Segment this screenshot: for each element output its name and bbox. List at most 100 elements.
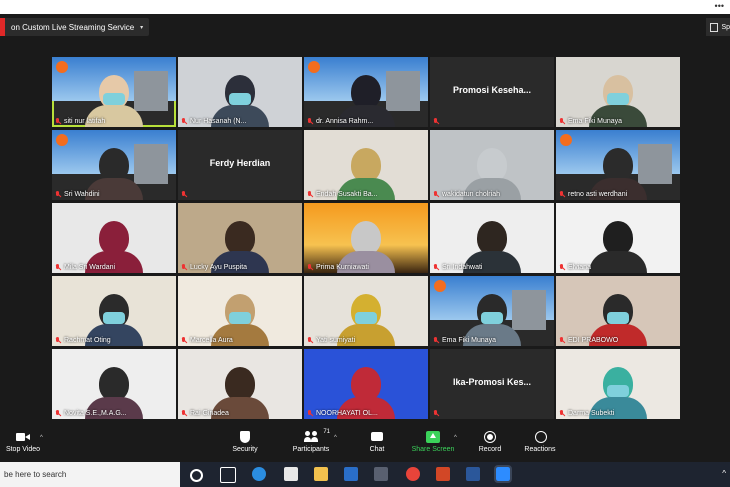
app-icon[interactable] [374, 467, 388, 481]
participant-name: Darma Subekti [568, 410, 615, 417]
mic-muted-icon [55, 410, 61, 417]
participant-tile[interactable]: Marcella Aura [178, 276, 302, 346]
search-placeholder: be here to search [4, 470, 67, 479]
participant-tile[interactable]: Nur Hasanah (N... [178, 57, 302, 127]
participant-tile[interactable]: Ferdy Herdian [178, 130, 302, 200]
participant-tile[interactable]: wakidatun cholriah [430, 130, 554, 200]
participant-name-tag: wakidatun cholriah [433, 191, 500, 198]
participant-head [225, 221, 255, 255]
store-icon[interactable] [284, 467, 298, 481]
participant-name-tag: Marcella Aura [181, 337, 233, 344]
mic-muted-icon [181, 410, 187, 417]
participant-tile[interactable]: siti nur latifah [52, 57, 176, 127]
mic-muted-icon [433, 191, 439, 198]
participant-name: Rai Ginadea [190, 410, 229, 417]
face-mask [607, 385, 629, 397]
participant-name: siti nur latifah [64, 118, 106, 125]
participant-tile[interactable]: Ema Fiki Munaya [556, 57, 680, 127]
participant-name-tag [433, 118, 442, 125]
chevron-up-icon[interactable]: ^ [454, 435, 457, 441]
mic-muted-icon [181, 118, 187, 125]
live-streaming-banner[interactable]: on Custom Live Streaming Service ▾ [0, 18, 150, 36]
participant-tile[interactable]: Lucky Ayu Puspita [178, 203, 302, 273]
participant-name: Rachmat Oting [64, 337, 111, 344]
participant-tile[interactable]: Rai Ginadea [178, 349, 302, 419]
participant-tile[interactable]: Sri Wahdini [52, 130, 176, 200]
participant-name-display: Promosi Keseha... [452, 85, 532, 95]
chrome-icon[interactable] [406, 467, 420, 481]
participant-tile[interactable]: Ema Fiki Munaya [430, 276, 554, 346]
file-explorer-icon[interactable] [314, 467, 328, 481]
participant-head [351, 367, 381, 401]
word-icon[interactable] [466, 467, 480, 481]
participant-name-tag: retno asti werdhani [559, 191, 627, 198]
speaker-view-label: Sp [721, 23, 730, 31]
participant-tile[interactable]: Darma Subekti [556, 349, 680, 419]
powerpoint-icon[interactable] [436, 467, 450, 481]
share-screen-button[interactable]: Share Screen [408, 425, 458, 453]
mic-muted-icon [433, 118, 439, 125]
participant-name-tag: Novita S.E.,M.A.G... [55, 410, 127, 417]
participant-tile[interactable]: Promosi Keseha... [430, 57, 554, 127]
participant-tile[interactable]: Yati sumiyati [304, 276, 428, 346]
face-mask [481, 312, 503, 324]
taskbar-search-box[interactable]: be here to search [0, 462, 180, 487]
logo-icon [560, 134, 572, 146]
participant-name-tag: EDI PRABOWO [559, 337, 618, 344]
reactions-button[interactable]: Reactions [520, 425, 560, 453]
cortana-icon[interactable] [190, 469, 203, 482]
participant-name-tag: Rai Ginadea [181, 410, 229, 417]
chevron-up-icon[interactable]: ^ [40, 435, 43, 441]
participant-head [603, 221, 633, 255]
participant-name-tag: Nur Hasanah (N... [181, 118, 246, 125]
task-view-icon[interactable] [220, 467, 236, 483]
participant-name: Elviana [568, 264, 591, 271]
mail-icon[interactable] [344, 467, 358, 481]
participant-tile[interactable]: Mila Sri Wardani [52, 203, 176, 273]
participant-tile[interactable]: retno asti werdhani [556, 130, 680, 200]
participant-name: Novita S.E.,M.A.G... [64, 410, 127, 417]
participant-tile[interactable]: Prima Kurniawati [304, 203, 428, 273]
participant-name-display: Ika-Promosi Kes... [452, 377, 532, 387]
participant-name-tag: dr. Annisa Rahm... [307, 118, 373, 125]
meeting-toolbar: Stop Video ^ Security 71 Participants ^ … [0, 425, 730, 461]
face-mask [103, 93, 125, 105]
participants-button[interactable]: 71 Participants [288, 425, 334, 453]
participant-tile[interactable]: EDI PRABOWO [556, 276, 680, 346]
zoom-icon[interactable] [494, 465, 512, 483]
participant-name: Sri Wahdini [64, 191, 100, 198]
reactions-label: Reactions [524, 446, 556, 453]
participant-video [589, 221, 647, 273]
participant-tile[interactable]: Endah Susakti Ba... [304, 130, 428, 200]
participants-count: 71 [323, 429, 330, 435]
participant-name-display: Ferdy Herdian [209, 158, 271, 168]
participant-tile[interactable]: dr. Annisa Rahm... [304, 57, 428, 127]
participant-tile[interactable]: Sri Indahwati [430, 203, 554, 273]
mic-muted-icon [559, 118, 565, 125]
people-icon: 71 [304, 429, 330, 443]
mic-muted-icon [55, 264, 61, 271]
participant-tile[interactable]: Elviana [556, 203, 680, 273]
mic-muted-icon [559, 264, 565, 271]
mic-muted-icon [307, 337, 313, 344]
participant-tile[interactable]: Rachmat Oting [52, 276, 176, 346]
chat-button[interactable]: Chat [362, 425, 392, 453]
edge-icon[interactable] [252, 467, 266, 481]
participant-tile[interactable]: Ika-Promosi Kes... [430, 349, 554, 419]
participant-tile[interactable]: NOORHAYATI OL... [304, 349, 428, 419]
security-button[interactable]: Security [226, 425, 264, 453]
participant-name: retno asti werdhani [568, 191, 628, 198]
menu-dots[interactable]: ••• [715, 2, 724, 11]
participant-tile[interactable]: Novita S.E.,M.A.G... [52, 349, 176, 419]
mic-muted-icon [55, 191, 61, 198]
mic-muted-icon [55, 337, 61, 344]
participant-name-tag [181, 191, 190, 198]
mic-muted-icon [559, 337, 565, 344]
chevron-down-icon[interactable]: ▾ [140, 24, 149, 31]
participants-label: Participants [292, 446, 330, 453]
system-tray[interactable]: ^ [722, 469, 726, 478]
record-button[interactable]: Record [474, 425, 506, 453]
chevron-up-icon[interactable]: ^ [334, 435, 337, 441]
mic-muted-icon [433, 337, 439, 344]
speaker-view-button[interactable]: Sp [706, 18, 730, 36]
